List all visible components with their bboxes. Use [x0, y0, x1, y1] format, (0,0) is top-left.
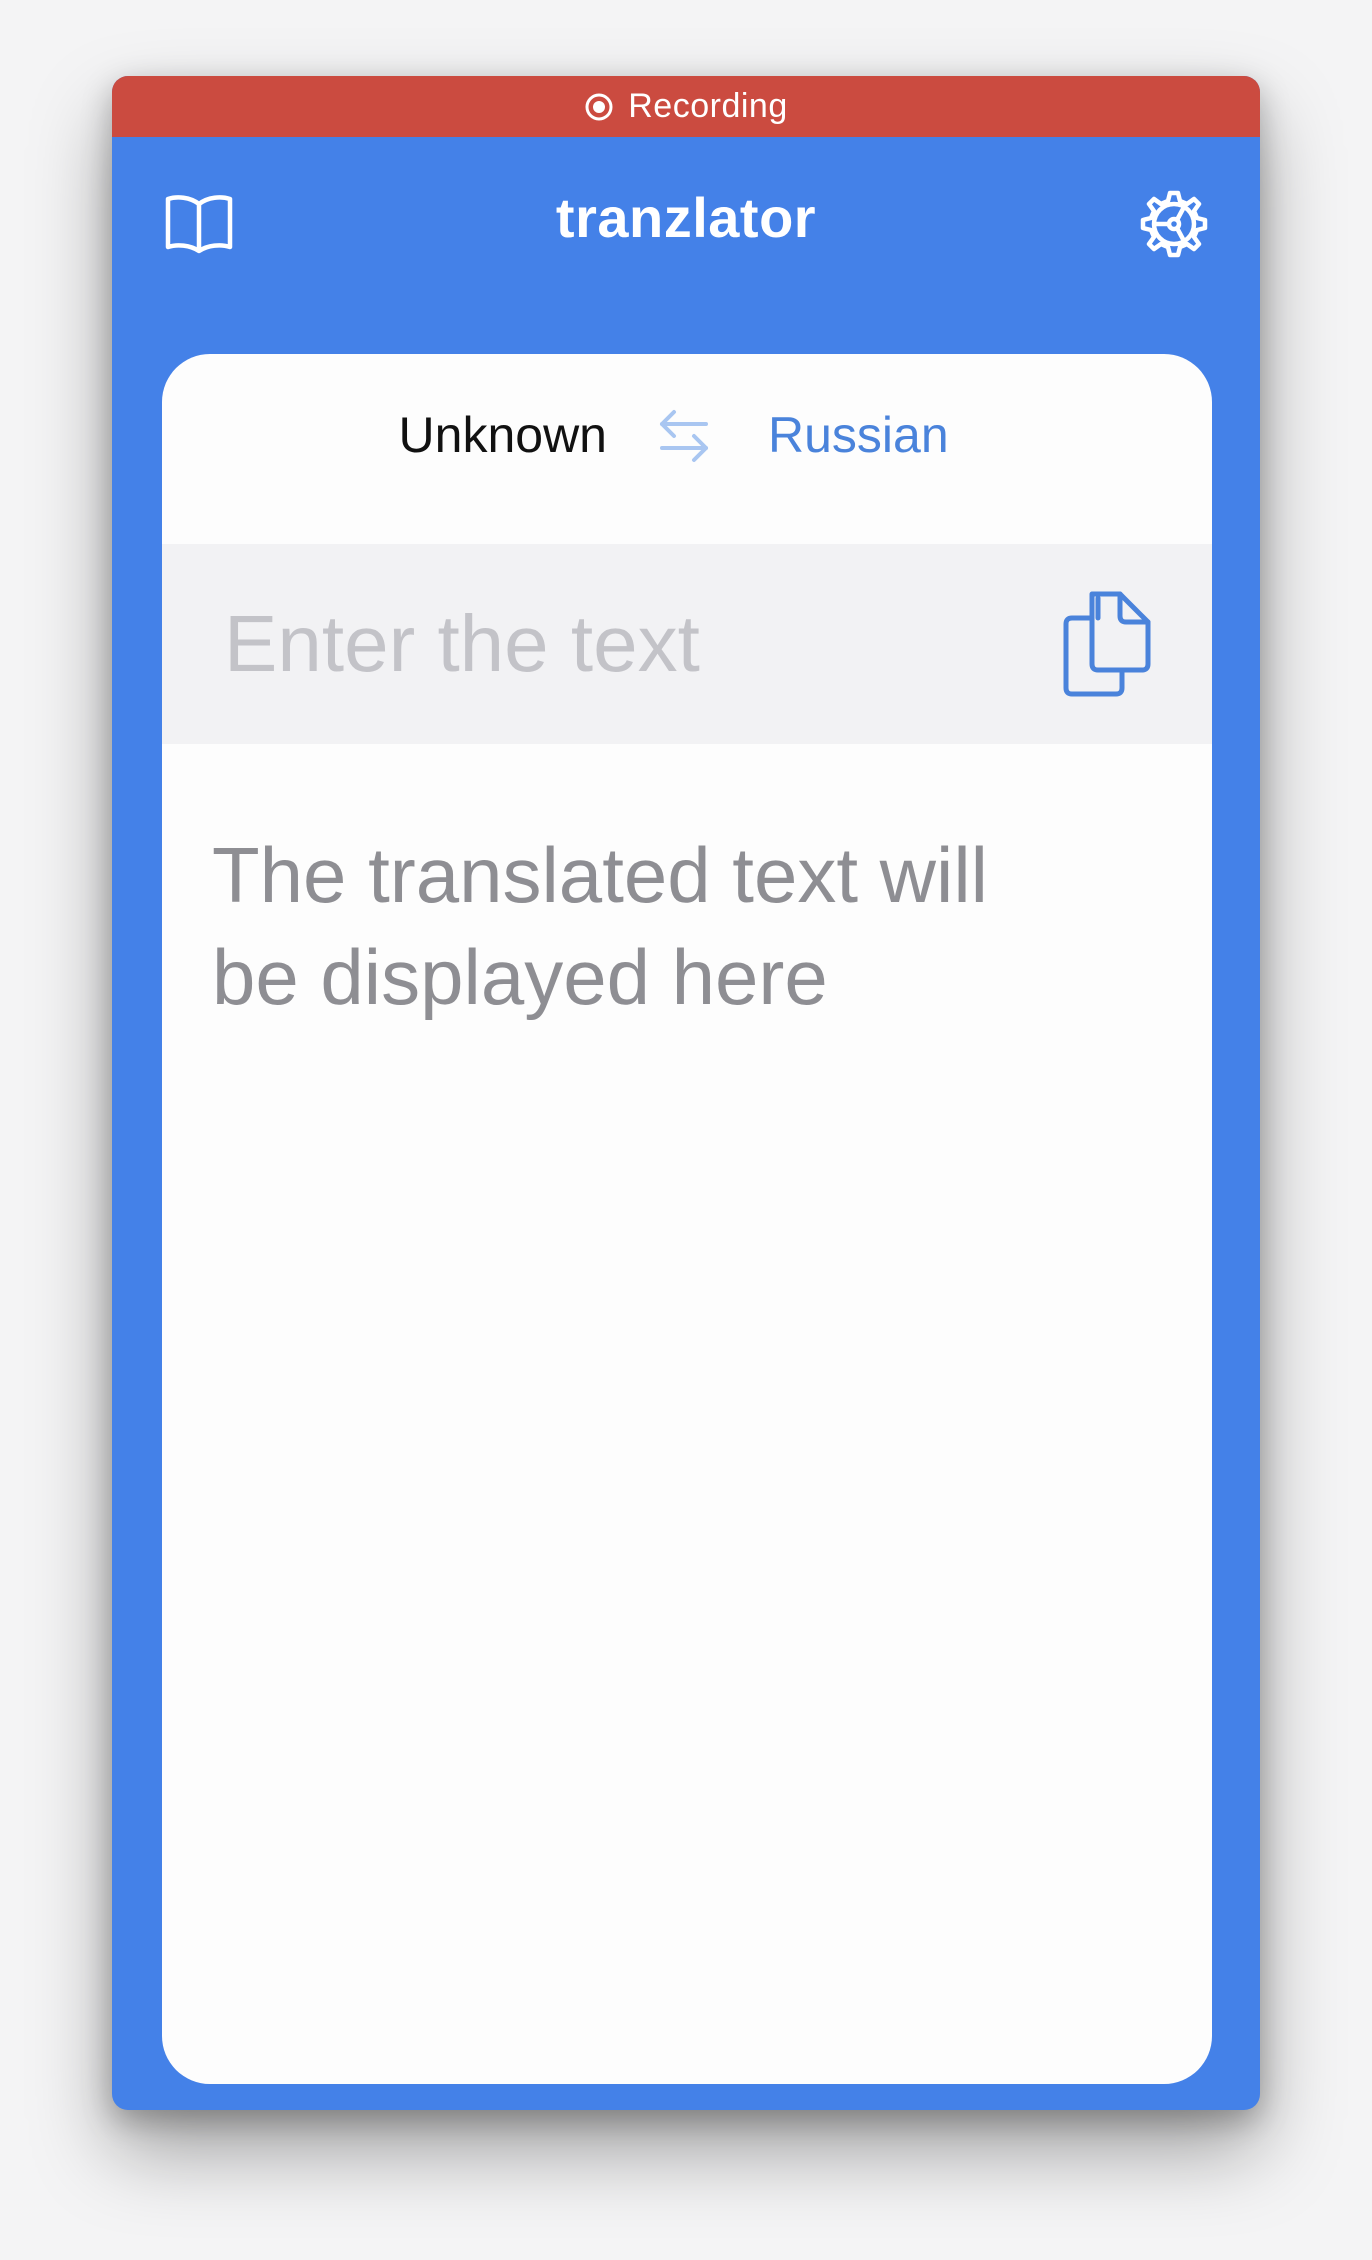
recording-bar: Recording	[112, 76, 1260, 137]
app-window: Recording tranzlator Unknown Russian Ent…	[112, 76, 1260, 2110]
output-area: The translated text will be displayed he…	[162, 744, 1212, 2084]
swap-arrows-icon[interactable]	[656, 404, 712, 468]
app-header: tranzlator	[112, 137, 1260, 299]
translator-card: Unknown Russian Enter the text The trans…	[162, 354, 1212, 2084]
source-language-button[interactable]: Unknown	[399, 406, 607, 464]
recording-label: Recording	[628, 87, 788, 125]
translation-output: The translated text will be displayed he…	[212, 831, 989, 1021]
target-language-button[interactable]: Russian	[768, 406, 949, 464]
record-icon	[585, 93, 613, 120]
source-text-input[interactable]	[224, 594, 1024, 694]
gear-icon[interactable]	[1139, 189, 1209, 259]
paste-icon[interactable]	[1062, 590, 1152, 698]
language-selector: Unknown Russian	[162, 354, 1212, 544]
app-title: tranzlator	[555, 186, 817, 249]
input-area	[162, 544, 1212, 744]
